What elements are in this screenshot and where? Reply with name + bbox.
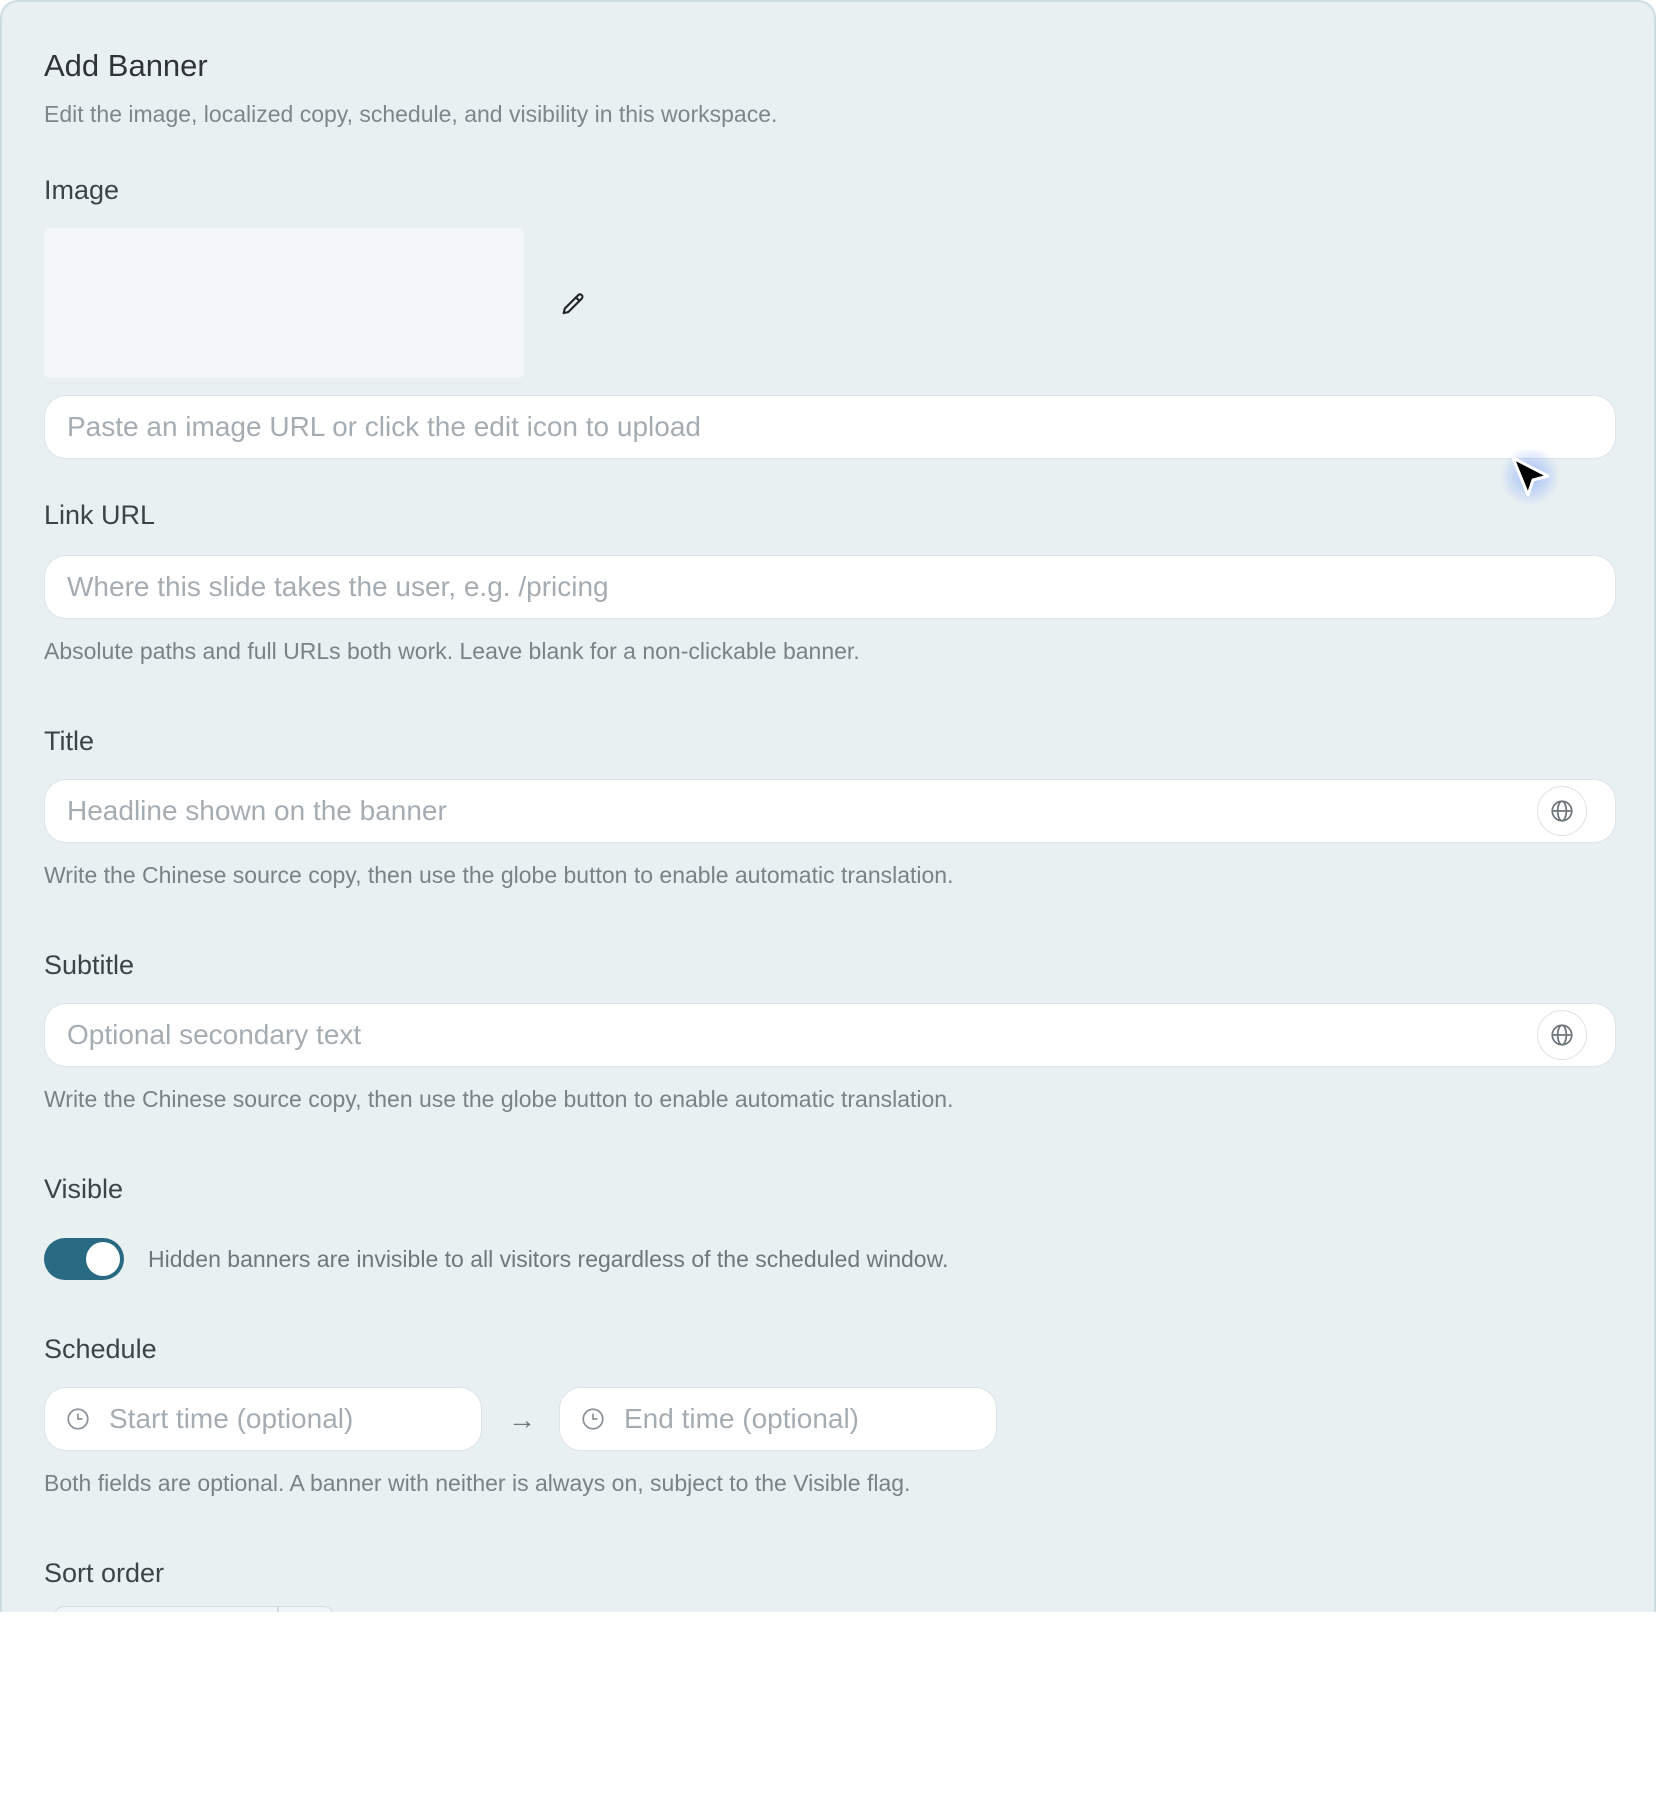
- start-time-input[interactable]: [107, 1402, 461, 1436]
- add-banner-panel: Add Banner Edit the image, localized cop…: [0, 0, 1656, 1612]
- visible-label: Visible: [44, 1174, 124, 1204]
- subtitle-translate-button[interactable]: [1537, 1010, 1587, 1060]
- form-title: Add Banner: [44, 48, 208, 83]
- pencil-icon[interactable]: [558, 290, 588, 320]
- end-time-field[interactable]: [559, 1387, 997, 1451]
- subtitle-hint: Write the Chinese source copy, then use …: [44, 1086, 954, 1112]
- schedule-hint: Both fields are optional. A banner with …: [44, 1470, 911, 1496]
- toggle-knob: [86, 1242, 120, 1276]
- subtitle-input[interactable]: [65, 1018, 1595, 1052]
- subtitle-field[interactable]: [44, 1003, 1616, 1067]
- schedule-arrow: →: [508, 1404, 536, 1435]
- image-label: Image: [44, 175, 120, 205]
- image-url-input[interactable]: [65, 410, 1595, 444]
- stepper-divider: [277, 1607, 279, 1612]
- form-description: Edit the image, localized copy, schedule…: [44, 101, 778, 127]
- sort-order-stepper[interactable]: [54, 1606, 334, 1612]
- title-hint: Write the Chinese source copy, then use …: [44, 862, 954, 888]
- globe-icon: [1551, 1024, 1573, 1046]
- title-field[interactable]: [44, 779, 1616, 843]
- globe-icon: [1551, 800, 1573, 822]
- title-input[interactable]: [65, 794, 1595, 828]
- image-preview[interactable]: [44, 228, 524, 378]
- link-url-input[interactable]: [65, 570, 1595, 604]
- clock-icon: [67, 1408, 89, 1430]
- sort-order-label: Sort order: [44, 1558, 165, 1588]
- visible-toggle[interactable]: [44, 1238, 124, 1280]
- link-url-hint: Absolute paths and full URLs both work. …: [44, 638, 860, 664]
- start-time-field[interactable]: [44, 1387, 482, 1451]
- image-url-field[interactable]: [44, 395, 1616, 459]
- title-translate-button[interactable]: [1537, 786, 1587, 836]
- subtitle-label: Subtitle: [44, 950, 135, 980]
- clock-icon: [582, 1408, 604, 1430]
- schedule-label: Schedule: [44, 1334, 157, 1364]
- end-time-input[interactable]: [622, 1402, 976, 1436]
- link-url-label: Link URL: [44, 500, 156, 530]
- title-label: Title: [44, 726, 95, 756]
- link-url-field[interactable]: [44, 555, 1616, 619]
- visible-hint: Hidden banners are invisible to all visi…: [148, 1246, 949, 1272]
